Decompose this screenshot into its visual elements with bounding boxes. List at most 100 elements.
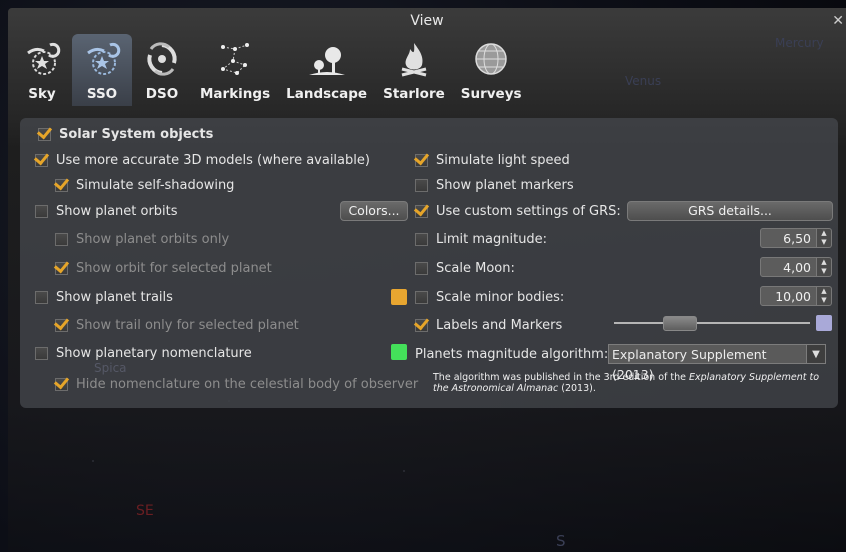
scale-moon-spinbox[interactable]: 4,00 ▲ ▼: [760, 257, 832, 277]
scale-moon-value[interactable]: 4,00: [760, 257, 817, 277]
grs-checkbox[interactable]: Use custom settings of GRS:: [415, 201, 621, 221]
tab-starlore[interactable]: Starlore: [375, 34, 453, 106]
labels-markers-slider[interactable]: [614, 322, 810, 324]
orbits-only-checkbox[interactable]: Show planet orbits only: [55, 229, 229, 249]
scale-moon-label: Scale Moon:: [436, 260, 515, 276]
note-text: The algorithm was published in the 3rd e…: [433, 372, 689, 383]
tab-dso-label: DSO: [145, 86, 179, 102]
solar-system-objects-checkbox[interactable]: Solar System objects: [38, 124, 213, 144]
checkbox-box[interactable]: [415, 204, 428, 218]
scale-minor-checkbox[interactable]: Scale minor bodies:: [415, 287, 564, 307]
spin-arrows-icon[interactable]: ▲ ▼: [817, 228, 832, 248]
checkbox-box[interactable]: [35, 204, 48, 218]
grs-details-button[interactable]: GRS details...: [627, 201, 833, 221]
algorithm-note: The algorithm was published in the 3rd e…: [433, 372, 833, 394]
labels-markers-slider-handle[interactable]: [662, 316, 697, 331]
checkbox-box[interactable]: [35, 346, 48, 360]
tab-sso-label: SSO: [86, 86, 118, 102]
tab-markings-label: Markings: [200, 86, 271, 102]
labels-markers-label: Labels and Markers: [436, 317, 563, 333]
planet-trails-checkbox[interactable]: Show planet trails: [35, 287, 173, 307]
sky-label-mercury: Mercury: [775, 36, 824, 50]
spin-arrows-icon[interactable]: ▲ ▼: [817, 286, 832, 306]
planet-trails-label: Show planet trails: [56, 289, 173, 305]
tab-sso[interactable]: SSO: [72, 34, 132, 106]
sky-label-s: S: [556, 532, 566, 550]
scale-moon-checkbox[interactable]: Scale Moon:: [415, 258, 515, 278]
spin-arrows-icon[interactable]: ▲ ▼: [817, 257, 832, 277]
close-icon[interactable]: ✕: [832, 8, 844, 34]
checkbox-box[interactable]: [415, 318, 428, 332]
window-title: View: [410, 13, 444, 29]
landscape-icon: [305, 37, 349, 81]
tab-landscape[interactable]: Landscape: [278, 34, 375, 106]
checkbox-box[interactable]: [55, 178, 68, 192]
tab-bar: Sky SSO DSO Markings Landscape Starlore …: [12, 34, 530, 106]
labels-color-swatch[interactable]: [816, 315, 832, 331]
magnitude-algorithm-row: Planets magnitude algorithm:: [415, 344, 608, 364]
grs-label: Use custom settings of GRS:: [436, 203, 621, 219]
planet-markers-checkbox[interactable]: Show planet markers: [415, 175, 574, 195]
checkbox-box[interactable]: [415, 232, 428, 246]
planet-orbits-checkbox[interactable]: Show planet orbits: [35, 201, 178, 221]
checkbox-box[interactable]: [55, 232, 68, 246]
checkbox-box[interactable]: [415, 178, 428, 192]
sky-label-venus: Venus: [625, 74, 662, 88]
scale-minor-spinbox[interactable]: 10,00 ▲ ▼: [760, 286, 832, 306]
checkbox-box[interactable]: [415, 290, 428, 304]
nomenclature-label: Show planetary nomenclature: [56, 345, 252, 361]
self-shadowing-label: Simulate self-shadowing: [76, 177, 235, 193]
sky-icon: [20, 37, 64, 81]
limit-magnitude-value[interactable]: 6,50: [760, 228, 817, 248]
sso-icon: [80, 37, 124, 81]
checkbox-box[interactable]: [55, 318, 68, 332]
tab-starlore-label: Starlore: [383, 86, 445, 102]
light-speed-checkbox[interactable]: Simulate light speed: [415, 150, 570, 170]
tab-surveys-label: Surveys: [460, 86, 522, 102]
sky-label-spica: Spica: [94, 361, 127, 375]
constellation-icon: [213, 37, 257, 81]
orbit-selected-label: Show orbit for selected planet: [76, 260, 272, 276]
tab-landscape-label: Landscape: [286, 86, 368, 102]
checkbox-box[interactable]: [415, 153, 428, 167]
chevron-down-icon[interactable]: ▼: [807, 344, 826, 364]
nomenclature-checkbox[interactable]: Show planetary nomenclature: [35, 343, 252, 363]
checkbox-box[interactable]: [35, 153, 48, 167]
flame-icon: [392, 37, 436, 81]
accurate-models-checkbox[interactable]: Use more accurate 3D models (where avail…: [35, 150, 370, 170]
checkbox-box[interactable]: [38, 127, 51, 141]
tab-dso[interactable]: DSO: [132, 34, 192, 106]
galaxy-icon: [140, 37, 184, 81]
checkbox-box[interactable]: [55, 261, 68, 275]
colors-button[interactable]: Colors...: [340, 201, 408, 221]
sphere-icon: [469, 37, 513, 81]
scale-minor-value[interactable]: 10,00: [760, 286, 817, 306]
hide-nomenclature-checkbox[interactable]: Hide nomenclature on the celestial body …: [55, 374, 418, 394]
checkbox-box[interactable]: [35, 290, 48, 304]
nomenclature-color-swatch[interactable]: [391, 344, 407, 360]
orbits-only-label: Show planet orbits only: [76, 231, 230, 247]
tab-surveys[interactable]: Surveys: [453, 34, 530, 106]
solar-system-objects-label: Solar System objects: [59, 126, 214, 142]
trail-selected-label: Show trail only for selected planet: [76, 317, 299, 333]
checkbox-box[interactable]: [55, 377, 68, 391]
accurate-models-label: Use more accurate 3D models (where avail…: [56, 152, 370, 168]
self-shadowing-checkbox[interactable]: Simulate self-shadowing: [55, 175, 234, 195]
orbit-selected-checkbox[interactable]: Show orbit for selected planet: [55, 258, 272, 278]
checkbox-box[interactable]: [415, 261, 428, 275]
magnitude-algorithm-select[interactable]: Explanatory Supplement (2013) ▼: [608, 344, 826, 382]
tab-sky[interactable]: Sky: [12, 34, 72, 106]
light-speed-label: Simulate light speed: [436, 152, 570, 168]
limit-magnitude-spinbox[interactable]: 6,50 ▲ ▼: [760, 228, 832, 248]
tab-sky-label: Sky: [28, 86, 56, 102]
planet-orbits-label: Show planet orbits: [56, 203, 178, 219]
hide-nomenclature-label: Hide nomenclature on the celestial body …: [76, 376, 419, 392]
trail-selected-checkbox[interactable]: Show trail only for selected planet: [55, 315, 299, 335]
limit-magnitude-label: Limit magnitude:: [436, 231, 548, 247]
sky-label-se: SE: [136, 503, 154, 519]
labels-markers-checkbox[interactable]: Labels and Markers: [415, 315, 562, 335]
tab-markings[interactable]: Markings: [192, 34, 278, 106]
trail-color-swatch[interactable]: [391, 289, 407, 305]
limit-magnitude-checkbox[interactable]: Limit magnitude:: [415, 229, 547, 249]
magnitude-algorithm-value[interactable]: Explanatory Supplement (2013): [608, 344, 807, 382]
